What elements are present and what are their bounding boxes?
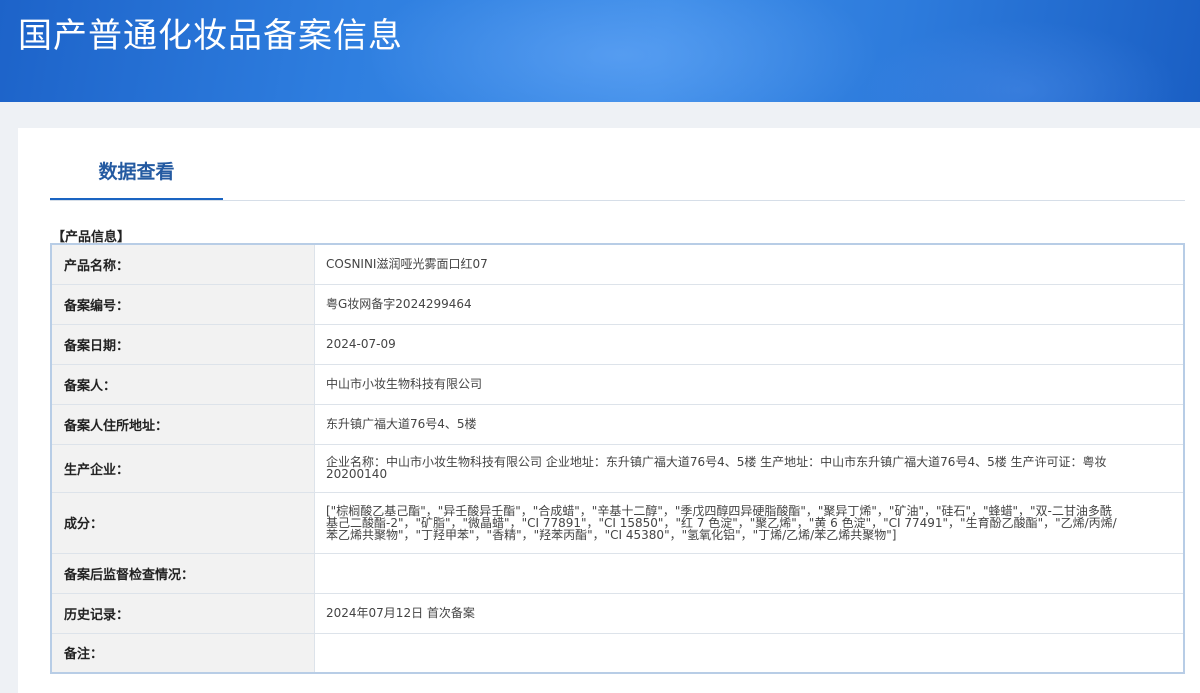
banner-glow — [360, 0, 880, 102]
banner-glow — [860, 20, 1180, 102]
row-label: 备注： — [50, 632, 315, 674]
table-row: 成分： ["棕榈酸乙基己酯"，"异壬酸异壬酯"，"合成蜡"，"辛基十二醇"，"季… — [50, 491, 1185, 554]
row-label: 备案人： — [50, 363, 315, 405]
row-value: 企业名称：中山市小妆生物科技有限公司 企业地址：东升镇广福大道76号4、5楼 生… — [314, 443, 1185, 493]
table-row: 生产企业： 企业名称：中山市小妆生物科技有限公司 企业地址：东升镇广福大道76号… — [50, 443, 1185, 493]
row-value: 2024-07-09 — [314, 323, 1185, 365]
row-label: 备案日期： — [50, 323, 315, 365]
tab-data-view[interactable]: 数据查看 — [50, 142, 223, 200]
table-row: 备案日期： 2024-07-09 — [50, 323, 1185, 365]
table-row: 备案人： 中山市小妆生物科技有限公司 — [50, 363, 1185, 405]
row-label: 生产企业： — [50, 443, 315, 493]
table-row: 备案人住所地址： 东升镇广福大道76号4、5楼 — [50, 403, 1185, 445]
row-label: 历史记录： — [50, 592, 315, 634]
page-title: 国产普通化妆品备案信息 — [18, 16, 403, 56]
row-label: 产品名称： — [50, 243, 315, 285]
row-label: 成分： — [50, 491, 315, 554]
table-row: 备案编号： 粤G妆网备字2024299464 — [50, 283, 1185, 325]
tab-bar: 数据查看 — [50, 142, 1185, 201]
row-label: 备案后监督检查情况： — [50, 552, 315, 594]
table-row: 备案后监督检查情况： — [50, 552, 1185, 594]
row-value: 东升镇广福大道76号4、5楼 — [314, 403, 1185, 445]
row-value: COSNINI滋润哑光雾面口红07 — [314, 243, 1185, 285]
row-label: 备案编号： — [50, 283, 315, 325]
header-banner: 国产普通化妆品备案信息 — [0, 0, 1200, 102]
row-value: ["棕榈酸乙基己酯"，"异壬酸异壬酯"，"合成蜡"，"辛基十二醇"，"季戊四醇四… — [314, 491, 1185, 554]
row-value: 粤G妆网备字2024299464 — [314, 283, 1185, 325]
product-info-table: 产品名称： COSNINI滋润哑光雾面口红07 备案编号： 粤G妆网备字2024… — [50, 243, 1185, 674]
row-value — [314, 552, 1185, 594]
row-value — [314, 632, 1185, 674]
table-row: 产品名称： COSNINI滋润哑光雾面口红07 — [50, 243, 1185, 285]
row-label: 备案人住所地址： — [50, 403, 315, 445]
table-row: 备注： — [50, 632, 1185, 674]
row-value: 中山市小妆生物科技有限公司 — [314, 363, 1185, 405]
row-value: 2024年07月12日 首次备案 — [314, 592, 1185, 634]
table-row: 历史记录： 2024年07月12日 首次备案 — [50, 592, 1185, 634]
